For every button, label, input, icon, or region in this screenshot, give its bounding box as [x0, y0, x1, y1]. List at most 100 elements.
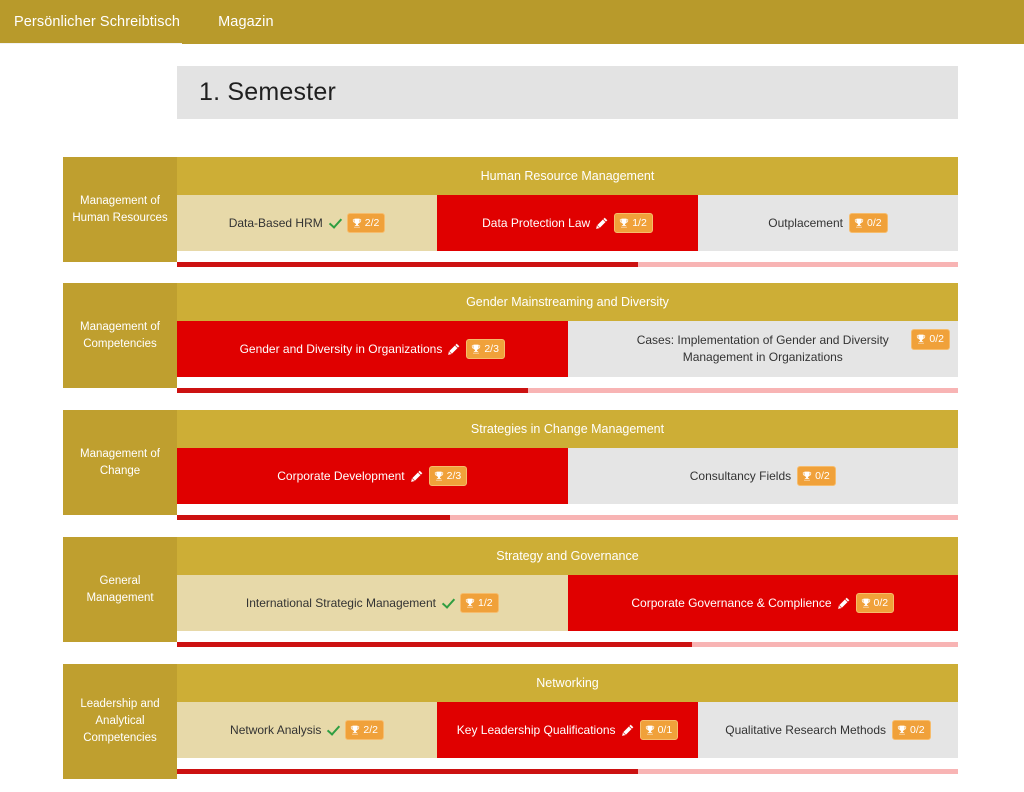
progress-badge: 2/2 [346, 212, 386, 234]
pencil-icon[interactable] [837, 597, 850, 609]
module-progress-fill [177, 769, 638, 774]
module-block: Strategy and Governance International Str… [177, 537, 958, 631]
trophy-icon [434, 471, 443, 481]
trophy-icon [351, 725, 360, 735]
course-item[interactable]: Data-Based HRM 2/2 [177, 195, 438, 251]
progress-badge: 2/2 [345, 719, 385, 741]
course-item[interactable]: Key Leadership Qualifications 0/1 [437, 702, 698, 758]
pencil-icon[interactable] [410, 470, 423, 482]
module-title[interactable]: Gender Mainstreaming and Diversity [177, 283, 958, 321]
module-block: Networking Network Analysis 2/2 Key Leaders… [177, 664, 958, 758]
trophy-icon [917, 334, 926, 344]
progress-badge: 1/2 [614, 212, 653, 234]
progress-badge: 0/2 [855, 592, 895, 614]
progress-badge: 0/2 [848, 212, 888, 234]
progress-badge: 2/3 [428, 465, 468, 487]
pencil-icon[interactable] [621, 724, 634, 736]
trophy-icon [861, 598, 870, 608]
module-progress-fill [177, 642, 693, 647]
module-title[interactable]: Networking [177, 664, 958, 702]
course-label: Corporate Development [277, 469, 405, 483]
course-label: Outplacement [768, 216, 843, 230]
course-content: Corporate Development 2/3 [277, 465, 468, 487]
course-label: Cases: Implementation of Gender and Dive… [636, 333, 889, 364]
course-item[interactable]: Data Protection Law 1/2 [437, 195, 698, 251]
competency-label-text: Management of Human Resources [72, 194, 168, 224]
module-title[interactable]: Human Resource Management [177, 157, 958, 195]
trophy-icon [472, 344, 481, 354]
course-item[interactable]: International Strategic Management 1/2 [177, 575, 568, 631]
course-item[interactable]: Corporate Governance & Complience 0/2 [567, 575, 958, 631]
course-label: Network Analysis [230, 723, 322, 737]
badge-count: 2/3 [484, 342, 499, 355]
course-label: Key Leadership Qualifications [456, 723, 616, 737]
module-progress-fill [177, 262, 638, 267]
course-item[interactable]: Outplacement 0/2 [697, 195, 958, 251]
tab-magazin[interactable]: Magazin [202, 0, 292, 43]
competency-label: Management of Competencies [63, 283, 177, 388]
badge-count: 0/2 [873, 596, 889, 609]
pencil-icon[interactable] [448, 343, 460, 355]
competency-label-text: Leadership and Analytical Competencies [80, 698, 160, 744]
course-content: Gender and Diversity in Organizations 2/3 [239, 338, 505, 360]
progress-badge: 1/2 [460, 592, 499, 614]
competency-label-text: General Management [86, 574, 154, 604]
pencil-icon[interactable] [596, 217, 608, 229]
course-content: Outplacement 0/2 [768, 212, 888, 234]
badge-count: 1/2 [478, 596, 493, 609]
badge-count: 0/2 [815, 469, 830, 482]
course-label: Gender and Diversity in Organizations [239, 342, 443, 356]
badge-count: 0/1 [657, 723, 673, 736]
course-item[interactable]: Gender and Diversity in Organizations 2/3 [177, 321, 568, 377]
trophy-icon [352, 218, 361, 228]
course-content: Data-Based HRM 2/2 [229, 212, 386, 234]
top-tab-bar: Persönlicher Schreibtisch Magazin [0, 0, 1024, 47]
course-item[interactable]: Corporate Development 2/3 [177, 448, 568, 504]
competency-label: Management of Change [63, 410, 177, 515]
check-icon [327, 724, 339, 736]
check-icon [442, 597, 454, 609]
module-progress-bar [177, 769, 958, 774]
progress-badge: 0/2 [911, 329, 950, 350]
progress-badge: 0/1 [639, 719, 679, 741]
course-content: Network Analysis 2/2 [230, 719, 385, 741]
tab-persoenlicher-schreibtisch[interactable]: Persönlicher Schreibtisch [0, 0, 202, 43]
course-item[interactable]: Network Analysis 2/2 [177, 702, 438, 758]
semester-header: 1. Semester [177, 66, 958, 119]
tab-label: Magazin [218, 13, 274, 30]
competency-label: Leadership and Analytical Competencies [63, 664, 177, 779]
progress-badge: 2/3 [466, 338, 505, 360]
trophy-icon [897, 725, 907, 735]
competency-label-text: Management of Change [80, 447, 160, 477]
course-item[interactable]: Cases: Implementation of Gender and Dive… [567, 321, 958, 377]
course-label: Qualitative Research Methods [725, 723, 886, 737]
module-title[interactable]: Strategy and Governance [177, 537, 958, 575]
course-item[interactable]: Qualitative Research Methods 0/2 [697, 702, 958, 758]
badge-count: 2/3 [446, 469, 462, 482]
course-label: International Strategic Management [245, 596, 436, 610]
semester-title: 1. Semester [199, 78, 336, 106]
course-content: International Strategic Management 1/2 [245, 592, 499, 614]
competency-label: Management of Human Resources [63, 157, 177, 262]
module-progress-bar [177, 642, 958, 647]
trophy-icon [854, 218, 864, 228]
course-label: Data Protection Law [482, 216, 591, 230]
module-title[interactable]: Strategies in Change Management [177, 410, 958, 448]
trophy-icon [465, 598, 475, 608]
course-item[interactable]: Consultancy Fields 0/2 [567, 448, 958, 504]
module-block: Human Resource Management Data-Based HRM 2… [177, 157, 958, 251]
course-content: Data Protection Law 1/2 [482, 212, 653, 234]
module-progress-bar [177, 262, 958, 267]
progress-badge: 0/2 [892, 719, 931, 741]
badge-count: 0/2 [866, 216, 882, 229]
trophy-icon [803, 471, 812, 481]
course-list: Gender and Diversity in Organizations 2/3… [177, 321, 958, 377]
badge-count: 0/2 [929, 333, 944, 345]
badge-count: 1/2 [632, 216, 647, 229]
module-progress-fill [177, 388, 529, 393]
course-content: Key Leadership Qualifications 0/1 [456, 719, 679, 741]
course-content: Qualitative Research Methods 0/2 [725, 719, 931, 741]
course-list: Corporate Development 2/3 Consultancy Fiel… [177, 448, 958, 504]
module-block: Gender Mainstreaming and Diversity Gender… [177, 283, 958, 377]
trophy-icon [620, 218, 629, 228]
